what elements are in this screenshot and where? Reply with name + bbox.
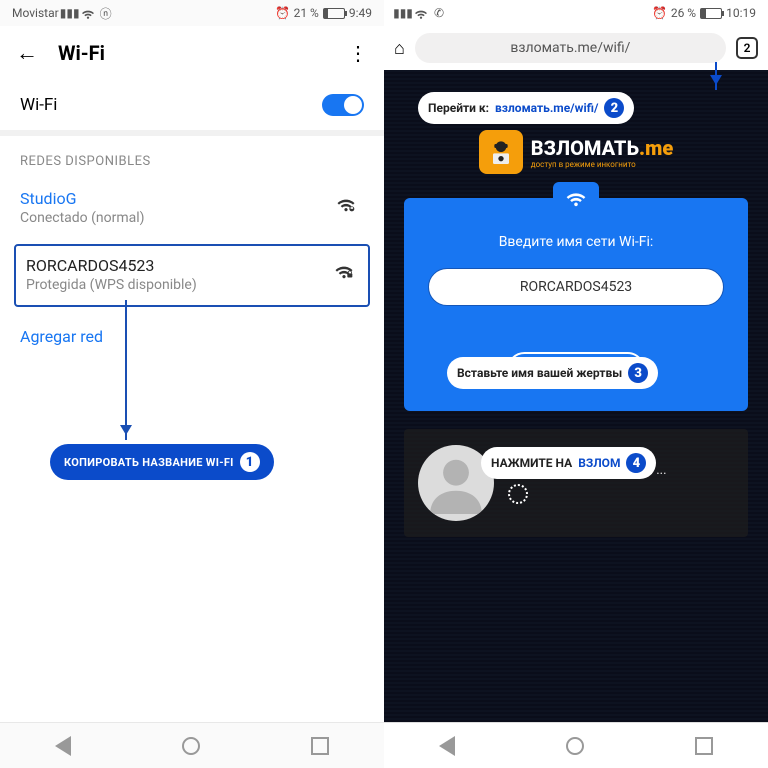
form-prompt: Введите имя сети Wi-Fi: — [424, 234, 728, 250]
wifi-signal-icon — [336, 193, 356, 218]
signal-icon: ▮▮▮ — [63, 6, 77, 20]
wifi-status-icon — [414, 6, 428, 20]
android-navbar — [384, 722, 768, 768]
android-navbar — [0, 722, 384, 768]
annotation-step-number: 1 — [240, 452, 260, 472]
wifi-tab-icon — [553, 182, 599, 212]
network-item-studiog[interactable]: StudioG Conectado (normal) — [0, 179, 384, 240]
battery-pct: 26 % — [671, 6, 696, 20]
wifi-toggle-row[interactable]: Wi-Fi — [0, 80, 384, 130]
signal-icon: ▮▮▮ — [396, 6, 410, 20]
home-icon[interactable]: ⌂ — [394, 38, 405, 59]
network-status: Protegida (WPS disponible) — [26, 277, 358, 293]
site-logo: ВЗЛОМАТЬ.me доступ в режиме инкогнито — [384, 130, 768, 174]
annotation-arrow — [125, 300, 127, 440]
wifi-name-input[interactable]: RORCARDOS4523 — [428, 268, 724, 306]
network-name: RORCARDOS4523 — [26, 256, 358, 275]
network-name: StudioG — [20, 189, 364, 208]
annotation-step-number: 3 — [628, 363, 648, 383]
alarm-icon: ⏰ — [653, 6, 667, 20]
battery-icon — [700, 8, 722, 19]
section-available-networks: REDES DISPONIBLES — [0, 136, 384, 179]
hacker-icon — [479, 130, 523, 174]
annotation-step-number: 2 — [604, 98, 624, 118]
waiting-panel: Ожидание информации ... — [404, 429, 748, 537]
alarm-icon: ⏰ — [276, 6, 290, 20]
annotation-pill-4: НАЖМИТЕ НА ВЗЛОМ 4 — [481, 447, 656, 479]
annotation-pill-1: КОПИРОВАТЬ НАЗВАНИЕ WI-FI 1 — [50, 444, 274, 480]
annotation-text: КОПИРОВАТЬ НАЗВАНИЕ WI-FI — [64, 456, 234, 469]
annotation-pill-3: Вставьте имя вашей жертвы 3 — [447, 357, 658, 389]
battery-icon — [323, 8, 345, 19]
nav-back-icon[interactable] — [55, 736, 71, 756]
nav-back-icon[interactable] — [439, 736, 455, 756]
nfc-icon: ⓝ — [99, 6, 113, 20]
clock: 10:19 — [726, 6, 756, 20]
nav-recent-icon[interactable] — [695, 737, 713, 755]
clock: 9:49 — [349, 6, 372, 20]
status-bar: Movistar ▮▮▮ ⓝ ⏰ 21 % 9:49 — [0, 0, 384, 26]
annotation-step-number: 4 — [626, 453, 646, 473]
browser-toolbar: ⌂ взломать.me/wifi/ 2 — [384, 26, 768, 70]
page-title: Wi-Fi — [58, 41, 105, 65]
page-content: ВЗЛОМАТЬ.me доступ в режиме инкогнито Вв… — [384, 70, 768, 722]
spinner-icon — [508, 484, 528, 504]
network-item-rorcardos-highlighted[interactable]: RORCARDOS4523 Protegida (WPS disponible) — [14, 244, 370, 307]
url-bar[interactable]: взломать.me/wifi/ — [415, 33, 726, 63]
wifi-status-icon — [81, 6, 95, 20]
header: ← Wi-Fi ⋮ — [0, 26, 384, 80]
tabs-button[interactable]: 2 — [736, 37, 758, 59]
nav-home-icon[interactable] — [182, 737, 200, 755]
nav-recent-icon[interactable] — [311, 737, 329, 755]
carrier-label: Movistar — [12, 6, 59, 20]
whatsapp-icon: ✆ — [432, 6, 446, 20]
wifi-toggle-label: Wi-Fi — [20, 95, 57, 115]
battery-pct: 21 % — [294, 6, 319, 20]
phone-left-wifi-settings: Movistar ▮▮▮ ⓝ ⏰ 21 % 9:49 ← Wi-Fi ⋮ Wi-… — [0, 0, 384, 768]
annotation-pill-2: Перейти к: взломать.me/wifi/ 2 — [418, 92, 634, 124]
phone-right-browser: ▮▮▮ ✆ ⏰ 26 % 10:19 ⌂ взломать.me/wifi/ 2… — [384, 0, 768, 768]
wifi-signal-lock-icon — [334, 260, 354, 285]
network-status: Conectado (normal) — [20, 210, 364, 226]
annotation-arrow — [715, 62, 717, 90]
add-network-link[interactable]: Agregar red — [0, 311, 384, 362]
back-icon[interactable]: ← — [16, 40, 38, 66]
status-bar: ▮▮▮ ✆ ⏰ 26 % 10:19 — [384, 0, 768, 26]
brand-text: ВЗЛОМАТЬ.me доступ в режиме инкогнито — [531, 136, 673, 169]
wifi-toggle-switch[interactable] — [322, 94, 364, 116]
nav-home-icon[interactable] — [566, 737, 584, 755]
